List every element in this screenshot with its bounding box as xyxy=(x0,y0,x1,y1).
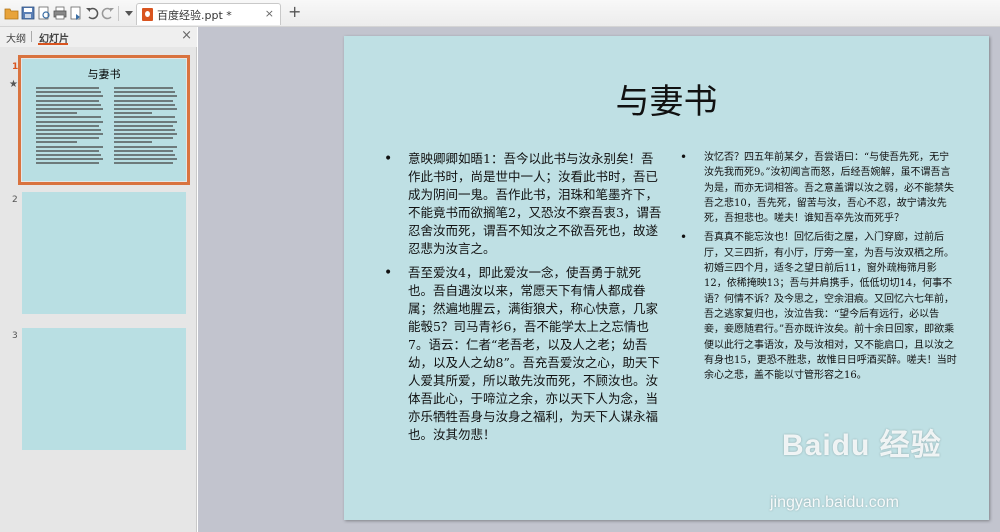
slides-panel-header: 大纲 幻灯片 × xyxy=(0,27,197,47)
thumbnail-text-line xyxy=(114,154,175,156)
print-preview-icon[interactable] xyxy=(36,5,52,21)
save-icon[interactable] xyxy=(20,5,36,21)
print-icon[interactable] xyxy=(52,5,68,21)
paragraph-text: 吾至爱汝4，即此爱汝一念，使吾勇于就死也。吾自遇汝以来，常愿天下有情人都成眷属；… xyxy=(408,265,660,442)
slide-paragraph[interactable]: • 吾真真不能忘汝也！回忆后街之屋，入门穿廊，过前后厅，又三四折，有小厅，厅旁一… xyxy=(678,230,958,383)
thumbnail-text-line xyxy=(114,91,175,94)
slide-paragraph[interactable]: • 意映卿卿如晤1：吾今以此书与汝永别矣！吾作此书时，尚是世中一人；汝看此书时，… xyxy=(382,150,664,258)
baidu-watermark: Baidu 经验 jingyan.baidu.com xyxy=(760,420,960,520)
thumbnail-text-line xyxy=(114,141,153,144)
quick-access-toolbar: 百度经验.ppt * × + xyxy=(0,0,1000,27)
watermark-url: jingyan.baidu.com xyxy=(770,494,899,511)
watermark-brand: Baidu 经验 xyxy=(782,429,942,462)
slides-panel: 大纲 幻灯片 × 1 ★ 与妻书 2 3 xyxy=(0,27,197,532)
thumbnail-text-line xyxy=(36,145,103,148)
thumbnail-number: 1 xyxy=(12,62,19,72)
slide-text-right-column[interactable]: • 汝忆否？四五年前某夕，吾尝语曰：“与使吾先死，无宁汝先我而死9。”汝初闻言而… xyxy=(678,150,958,387)
paragraph-text: 吾真真不能忘汝也！回忆后街之屋，入门穿廊，过前后厅，又三四折，有小厅，厅旁一室，… xyxy=(704,232,957,382)
thumbnail-text-line xyxy=(36,141,77,144)
thumbnail-text-line xyxy=(114,87,173,89)
close-panel-icon[interactable]: × xyxy=(181,28,192,43)
open-icon[interactable] xyxy=(4,5,20,21)
toolbar-separator xyxy=(118,6,119,21)
thumbnail-text-line xyxy=(36,95,103,98)
close-tab-icon[interactable]: × xyxy=(265,7,274,20)
thumbnail-text-line xyxy=(114,162,173,165)
slide-thumbnail-1[interactable]: 与妻书 xyxy=(18,55,190,185)
undo-icon[interactable] xyxy=(84,5,100,21)
thumbnail-text-line xyxy=(114,120,177,123)
thumbnail-text-line xyxy=(36,128,101,131)
thumbnail-text-left xyxy=(36,87,104,171)
thumbnail-text-line xyxy=(114,137,173,140)
thumbnail-text-line xyxy=(36,137,99,140)
thumbnail-text-line xyxy=(36,133,103,136)
redo-icon[interactable] xyxy=(100,5,116,21)
thumbnail-text-right xyxy=(114,87,178,171)
thumbnail-text-line xyxy=(114,103,175,106)
paragraph-text: 意映卿卿如晤1：吾今以此书与汝永别矣！吾作此书时，尚是世中一人；汝看此书时，吾已… xyxy=(408,151,662,256)
panel-tab-divider xyxy=(31,31,32,42)
thumbnail-text-line xyxy=(36,103,101,106)
ppt-file-icon xyxy=(142,8,153,21)
thumbnail-text-line xyxy=(114,116,175,119)
thumbnail-title: 与妻书 xyxy=(87,68,121,81)
thumbnail-text-line xyxy=(114,95,177,98)
add-tab-icon[interactable]: + xyxy=(288,2,301,21)
animation-star-icon: ★ xyxy=(9,79,18,90)
thumbnail-text-line xyxy=(36,87,99,89)
bullet: • xyxy=(680,150,688,164)
thumbnail-text-line xyxy=(114,128,175,131)
slide-thumbnail-3[interactable] xyxy=(22,328,186,450)
slide-thumbnail-2[interactable] xyxy=(22,192,186,314)
slide-title[interactable]: 与妻书 xyxy=(344,74,989,123)
dropdown-icon[interactable] xyxy=(121,5,137,21)
thumbnail-number: 3 xyxy=(12,331,18,341)
thumbnail-text-line xyxy=(114,124,173,127)
thumbnail-text-line xyxy=(114,158,177,161)
paragraph-text: 汝忆否？四五年前某夕，吾尝语曰：“与使吾先死，无宁汝先我而死9。”汝初闻言而怒，… xyxy=(704,152,954,225)
document-tab[interactable]: 百度经验.ppt * × xyxy=(136,3,281,25)
slide-paragraph[interactable]: • 吾至爱汝4，即此爱汝一念，使吾勇于就死也。吾自遇汝以来，常愿天下有情人都成眷… xyxy=(382,264,664,444)
export-icon[interactable] xyxy=(68,5,84,21)
slide-text-left-column[interactable]: • 意映卿卿如晤1：吾今以此书与汝永别矣！吾作此书时，尚是世中一人；汝看此书时，… xyxy=(382,150,664,450)
thumbnail-text-line xyxy=(114,149,173,152)
thumbnail-text-line xyxy=(36,124,99,127)
thumbnail-text-line xyxy=(36,116,101,119)
thumbnail-text-line xyxy=(114,133,177,136)
thumbnail-text-line xyxy=(114,112,153,115)
thumbnail-text-line xyxy=(36,158,103,161)
slide-paragraph[interactable]: • 汝忆否？四五年前某夕，吾尝语曰：“与使吾先死，无宁汝先我而死9。”汝初闻言而… xyxy=(678,150,958,226)
bullet: • xyxy=(384,151,393,167)
thumbnail-text-line xyxy=(36,99,99,102)
thumbnail-text-line xyxy=(36,154,101,156)
thumbnail-text-line xyxy=(36,162,99,165)
thumbnail-text-line xyxy=(36,91,101,94)
thumbnail-text-line xyxy=(36,107,103,110)
document-tab-label: 百度经验.ppt * xyxy=(157,9,232,22)
bullet: • xyxy=(384,265,393,281)
bullet: • xyxy=(680,230,688,245)
thumbnail-text-line xyxy=(114,107,177,110)
active-tab-underline xyxy=(38,43,68,45)
thumbnail-text-line xyxy=(36,120,103,123)
tab-outline[interactable]: 大纲 xyxy=(6,30,26,45)
thumbnail-number: 2 xyxy=(12,195,18,205)
thumbnail-text-line xyxy=(36,149,99,152)
thumbnail-text-line xyxy=(114,145,177,148)
thumbnail-text-line xyxy=(36,112,77,115)
thumbnail-text-line xyxy=(114,99,173,102)
